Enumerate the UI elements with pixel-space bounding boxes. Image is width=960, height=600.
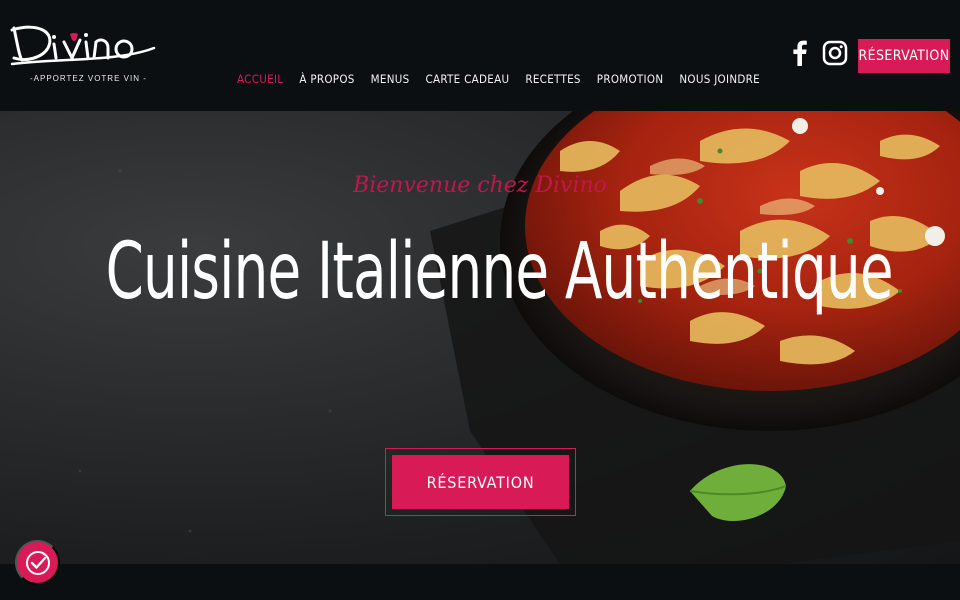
main-navigation: ACCUEIL À PROPOS MENUS CARTE CADEAU RECE… <box>229 72 768 86</box>
nav-item-menus[interactable]: MENUS <box>363 72 418 86</box>
cookie-consent-button[interactable] <box>15 540 60 585</box>
nav-item-accueil[interactable]: ACCUEIL <box>229 72 291 86</box>
header-reservation-button[interactable]: RÉSERVATION <box>858 39 950 73</box>
cookie-consent-icon <box>25 550 50 575</box>
hero-section: Bienvenue chez Divino Cuisine Italienne … <box>0 111 960 564</box>
divino-logo-script <box>10 25 156 66</box>
instagram-icon[interactable] <box>822 40 848 66</box>
nav-item-nous-joindre[interactable]: NOUS JOINDRE <box>671 72 768 86</box>
logo-tagline: -APPORTEZ VOTRE VIN - <box>30 74 147 83</box>
site-header: -APPORTEZ VOTRE VIN - ACCUEIL À PROPOS M… <box>0 0 960 111</box>
hero-welcome-text: Bienvenue chez Divino <box>353 173 607 198</box>
nav-item-recettes[interactable]: RECETTES <box>517 72 588 86</box>
nav-item-promotion[interactable]: PROMOTION <box>589 72 672 86</box>
facebook-icon[interactable] <box>790 40 810 66</box>
nav-item-carte-cadeau[interactable]: CARTE CADEAU <box>418 72 518 86</box>
nav-item-a-propos[interactable]: À PROPOS <box>291 72 362 86</box>
divino-logo[interactable]: -APPORTEZ VOTRE VIN - <box>8 18 158 88</box>
page-bottom-strip <box>0 564 960 600</box>
hero-reservation-frame: RÉSERVATION <box>385 448 576 516</box>
hero-headline: Cuisine Italienne Authentique <box>105 227 894 317</box>
hero-reservation-button[interactable]: RÉSERVATION <box>392 455 569 509</box>
